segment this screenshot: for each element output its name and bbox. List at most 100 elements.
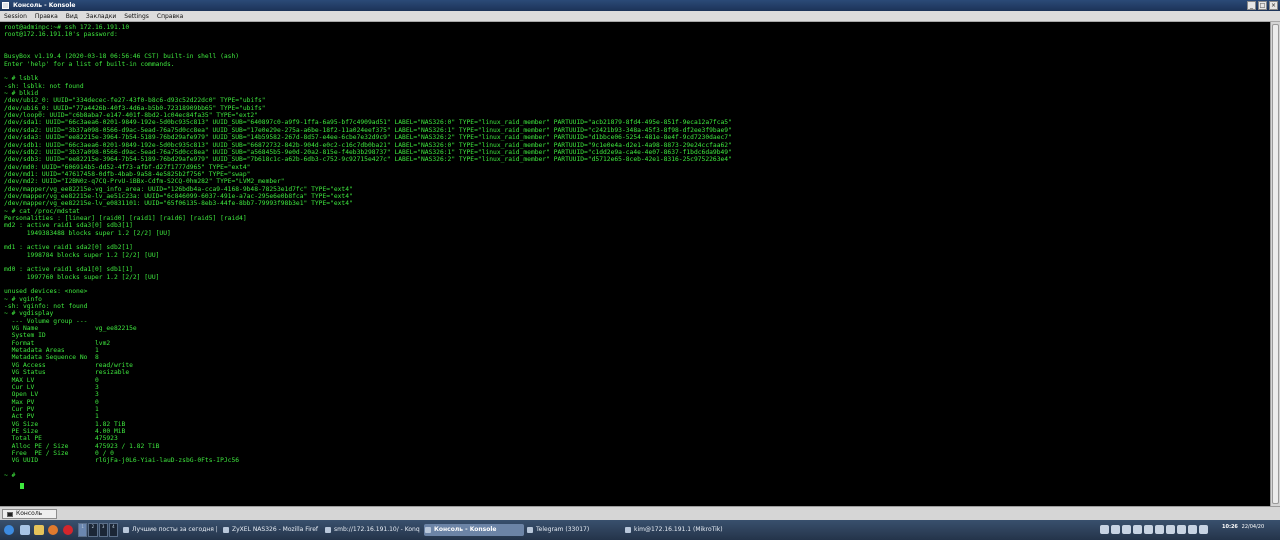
maximize-button[interactable]: □ bbox=[1258, 1, 1267, 10]
terminal-line: Personalities : [linear] [raid0] [raid1]… bbox=[4, 214, 247, 222]
terminal-line: /dev/mapper/vg_ee82215e-lv_ae51c23a: UUI… bbox=[4, 192, 353, 200]
terminal-line: /dev/loop0: UUID="c6b8aba7-e147-401f-8bd… bbox=[4, 112, 259, 120]
terminal-line: ~ # blkid bbox=[4, 90, 39, 98]
tray-icon-10[interactable] bbox=[1199, 525, 1208, 534]
terminal-line: /dev/sda2: UUID="3b37a098-0566-d9ac-5ead… bbox=[4, 126, 732, 134]
terminal-line: -sh: lsblk: not found bbox=[4, 82, 84, 90]
terminal-line: Cur PV 1 bbox=[4, 405, 99, 413]
terminal-line: ~ # vgdisplay bbox=[4, 310, 54, 318]
scrollbar-thumb[interactable] bbox=[1272, 24, 1279, 504]
menu-session[interactable]: Session bbox=[0, 11, 31, 21]
terminal-line: System ID bbox=[4, 332, 46, 340]
tray-icon-1[interactable] bbox=[1100, 525, 1109, 534]
menu-bar: Session Правка Вид Закладки Settings Спр… bbox=[0, 11, 1280, 22]
terminal-line: ~ # cat /proc/mdstat bbox=[4, 207, 80, 215]
terminal-line: unused devices: <none> bbox=[4, 288, 88, 296]
terminal-line: Open LV 3 bbox=[4, 391, 99, 399]
terminal-line: /dev/sdb2: UUID="3b37a098-0566-d9ac-5ead… bbox=[4, 148, 732, 156]
task-browser-posts[interactable]: Лучшие посты за сегодня | bbox=[122, 524, 220, 536]
terminal-line: 1949383488 blocks super 1.2 [2/2] [UU] bbox=[4, 229, 171, 237]
file-manager-icon[interactable] bbox=[34, 525, 44, 535]
close-button[interactable]: × bbox=[1269, 1, 1278, 10]
window-title: Консоль - Konsole bbox=[13, 2, 76, 9]
minimize-button[interactable]: _ bbox=[1247, 1, 1256, 10]
terminal-view[interactable]: root@adminpc:~# ssh 172.16.191.10 root@1… bbox=[0, 22, 1270, 506]
konsole-app-icon[interactable] bbox=[2, 2, 9, 9]
terminal-line: /dev/md1: UUID="47617458-0dfb-4bab-9a58-… bbox=[4, 170, 251, 178]
task-telegram[interactable]: Telegram (33017) bbox=[526, 524, 622, 536]
terminal-line: md1 : active raid1 sda2[0] sdb2[1] bbox=[4, 244, 133, 252]
task-konqueror-smb[interactable]: smb://172.16.191.10/ - Konq bbox=[324, 524, 422, 536]
terminal-line: /dev/ubi6_0: UUID="77a4426b-40f3-4d6a-b5… bbox=[4, 104, 266, 112]
clock-date: 22/04/20 bbox=[1241, 524, 1265, 530]
terminal-line: --- Volume group --- bbox=[4, 317, 88, 325]
tray-icon-6[interactable] bbox=[1155, 525, 1164, 534]
terminal-line: /dev/md0: UUID="606914b5-dd52-4f73-afbf-… bbox=[4, 163, 251, 171]
menu-help[interactable]: Справка bbox=[153, 11, 187, 21]
terminal-line: /dev/ubi2_0: UUID="334decec-fe27-43f0-b8… bbox=[4, 97, 266, 105]
terminal-line: 1997760 blocks super 1.2 [2/2] [UU] bbox=[4, 273, 160, 281]
terminal-line: ~ # bbox=[4, 471, 20, 479]
terminal-line: /dev/mapper/vg_ee82215e-vg_info_area: UU… bbox=[4, 185, 353, 193]
terminal-line: VG UUID rlGjFa-j0L6-Yiai-lauD-zsbG-0Fts-… bbox=[4, 457, 240, 465]
menu-bookmarks[interactable]: Закладки bbox=[82, 11, 120, 21]
terminal-line: 1998784 blocks super 1.2 [2/2] [UU] bbox=[4, 251, 160, 259]
tray-icon-9[interactable] bbox=[1188, 525, 1197, 534]
clock[interactable]: 10:26 22/04/20 bbox=[1222, 524, 1264, 530]
tray-icon-8[interactable] bbox=[1177, 525, 1186, 534]
terminal-line: VG Status resizable bbox=[4, 369, 130, 377]
terminal-line: /dev/mapper/vg_ee82215e-lv_e0831101: UUI… bbox=[4, 200, 353, 208]
terminal-icon bbox=[7, 511, 13, 517]
pager-desktop-3[interactable]: 3 bbox=[98, 523, 108, 537]
menu-view[interactable]: Вид bbox=[62, 11, 82, 21]
terminal-line: Act PV 1 bbox=[4, 413, 99, 421]
show-desktop-icon[interactable] bbox=[20, 525, 30, 535]
firefox-icon[interactable] bbox=[48, 525, 58, 535]
kde-menu-icon[interactable] bbox=[4, 525, 14, 535]
opera-icon[interactable] bbox=[63, 525, 73, 535]
tray-icon-4[interactable] bbox=[1133, 525, 1142, 534]
terminal-line: ~ # vginfo bbox=[4, 295, 42, 303]
terminal-line: Max PV 0 bbox=[4, 398, 99, 406]
terminal-line: VG Name vg_ee82215e bbox=[4, 325, 137, 333]
terminal-line: Format lvm2 bbox=[4, 339, 111, 347]
terminal-line: Metadata Sequence No 8 bbox=[4, 354, 99, 362]
task-konsole[interactable]: Консоль - Konsole bbox=[424, 524, 524, 536]
taskbar: 1 2 3 4 Лучшие посты за сегодня | ZyXEL … bbox=[0, 520, 1280, 540]
terminal-cursor bbox=[20, 483, 24, 489]
terminal-line: VG Access read/write bbox=[4, 361, 133, 369]
task-firefox-nas[interactable]: ZyXEL NAS326 - Mozilla Firef bbox=[222, 524, 322, 536]
terminal-line: Total PE 475923 bbox=[4, 435, 118, 443]
terminal-line: /dev/sdb3: UUID="ee82215e-3964-7b54-5189… bbox=[4, 156, 732, 164]
terminal-line: /dev/sdb1: UUID="66c3aea6-0201-9849-192e… bbox=[4, 141, 732, 149]
terminal-line: /dev/sda1: UUID="66c3aea6-0201-9849-192e… bbox=[4, 119, 732, 127]
pager-desktop-1[interactable]: 1 bbox=[78, 523, 88, 537]
session-tab-bar: Консоль bbox=[0, 506, 1280, 520]
tray-icon-5[interactable] bbox=[1144, 525, 1153, 534]
terminal-line: root@adminpc:~# ssh 172.16.191.10 bbox=[4, 24, 130, 31]
terminal-scrollbar[interactable] bbox=[1270, 22, 1280, 506]
terminal-line: Enter 'help' for a list of built-in comm… bbox=[4, 60, 175, 68]
tray-icon-2[interactable] bbox=[1111, 525, 1120, 534]
tab-label: Консоль bbox=[16, 510, 43, 517]
terminal-line: Metadata Areas 1 bbox=[4, 347, 99, 355]
terminal-line: root@172.16.191.10's password: bbox=[4, 31, 118, 39]
tab-konsole[interactable]: Консоль bbox=[2, 509, 58, 519]
terminal-line: Free PE / Size 0 / 0 bbox=[4, 449, 114, 457]
clock-time: 10:26 bbox=[1222, 524, 1238, 530]
terminal-line: /dev/sda3: UUID="ee82215e-3964-7b54-5189… bbox=[4, 134, 732, 142]
menu-edit[interactable]: Правка bbox=[31, 11, 62, 21]
window-controls: _ □ × bbox=[1247, 1, 1278, 10]
terminal-line: VG Size 1.82 TiB bbox=[4, 420, 126, 428]
terminal-line: MAX LV 0 bbox=[4, 376, 99, 384]
system-tray bbox=[1100, 525, 1208, 534]
terminal-line: md0 : active raid1 sda1[0] sdb1[1] bbox=[4, 266, 133, 274]
task-mikrotik-ssh[interactable]: kim@172.16.191.1 (MikroTik) bbox=[624, 524, 724, 536]
tray-icon-7[interactable] bbox=[1166, 525, 1175, 534]
pager-desktop-2[interactable]: 2 bbox=[88, 523, 98, 537]
terminal-line: Cur LV 3 bbox=[4, 383, 99, 391]
window-titlebar[interactable]: Консоль - Konsole _ □ × bbox=[0, 0, 1280, 11]
menu-settings[interactable]: Settings bbox=[120, 11, 153, 21]
tray-icon-3[interactable] bbox=[1122, 525, 1131, 534]
pager-desktop-4[interactable]: 4 bbox=[108, 523, 118, 537]
